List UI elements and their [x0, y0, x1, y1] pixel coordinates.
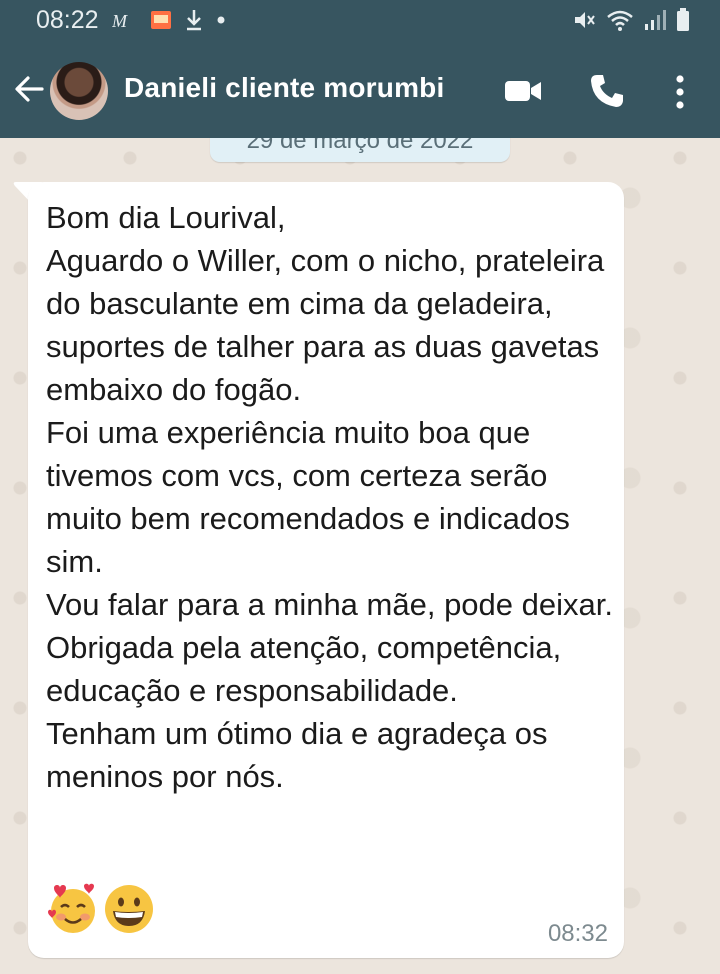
dot-icon: [217, 16, 225, 24]
status-system-icons: [572, 8, 690, 32]
app-bar: 08:22 M Danieli cliente morumbi: [0, 0, 720, 138]
status-time: 08:22: [36, 6, 99, 34]
emoji-row: [46, 882, 156, 936]
more-vert-icon[interactable]: [668, 72, 692, 112]
wifi-icon: [607, 10, 633, 31]
status-notification-icons: M: [112, 8, 226, 32]
avatar[interactable]: [50, 62, 108, 120]
phone-icon[interactable]: [588, 72, 626, 110]
message-timestamp: 08:32: [547, 920, 608, 947]
message-text: Bom dia Lourival, Aguardo o Willer, com …: [46, 200, 613, 794]
mail-notification-icon: M: [112, 11, 128, 30]
smiling-face-with-hearts-icon: [48, 883, 95, 933]
signal-icon: [645, 10, 666, 30]
battery-icon: [677, 8, 689, 31]
download-icon: [187, 10, 201, 31]
svg-text:M: M: [112, 11, 128, 30]
chat-toolbar: Danieli cliente morumbi: [0, 58, 720, 124]
grinning-face-icon: [105, 885, 153, 933]
contact-name[interactable]: Danieli cliente morumbi: [124, 72, 444, 104]
mute-icon: [575, 12, 595, 28]
incoming-message-bubble[interactable]: Bom dia Lourival, Aguardo o Willer, com …: [28, 182, 624, 958]
video-camera-icon[interactable]: [503, 74, 543, 108]
photo-notification-icon: [151, 11, 171, 29]
back-arrow-icon[interactable]: [12, 72, 46, 106]
status-bar: 08:22 M: [0, 0, 720, 42]
